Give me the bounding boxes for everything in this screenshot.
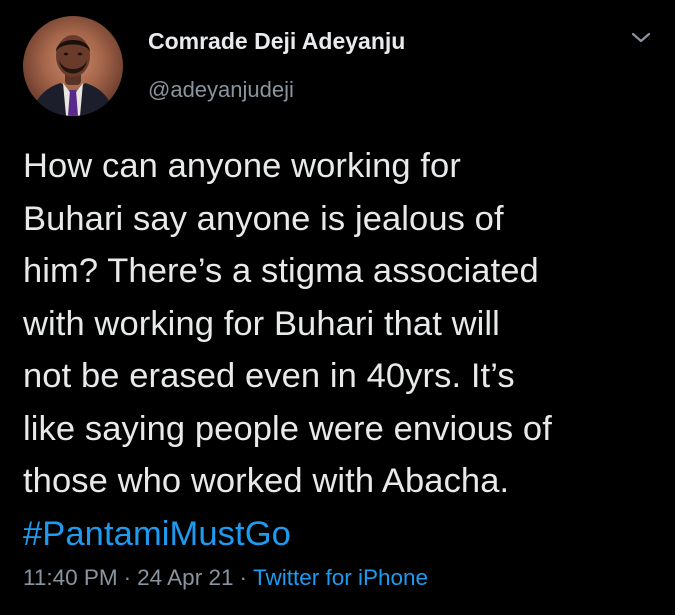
tweet-text-line: Buhari say anyone is jealous of [23,199,504,238]
hashtag-link[interactable]: #PantamiMustGo [23,508,663,561]
tweet-text-line: those who worked with Abacha. [23,462,510,500]
author-name[interactable]: Comrade Deji Adeyanju [148,28,405,55]
tweet-text-line: How can anyone working for [23,147,461,185]
tweet-text-line: like saying people were envious of [23,409,552,448]
avatar[interactable] [23,16,123,116]
meta-separator: · [239,565,247,590]
tweet-card: Comrade Deji Adeyanju @adeyanjudeji How … [0,0,675,615]
tweet-text-line: not be erased even in 40yrs. It’s [23,357,515,395]
tweet-text-line: him? There’s a stigma associated [23,252,539,290]
tweet-metadata: 11:40 PM · 24 Apr 21 · Twitter for iPhone [23,565,428,591]
tweet-text: How can anyone working for Buhari say an… [23,140,663,560]
tweet-text-line: with working for Buhari that will [23,304,500,343]
tweet-time[interactable]: 11:40 PM [23,565,118,590]
chevron-down-icon[interactable] [630,30,652,46]
tweet-source-link[interactable]: Twitter for iPhone [253,565,428,590]
profile-photo-icon [31,35,115,116]
author-handle[interactable]: @adeyanjudeji [148,77,294,103]
tweet-date[interactable]: 24 Apr 21 [137,565,233,590]
meta-separator: · [123,565,132,590]
